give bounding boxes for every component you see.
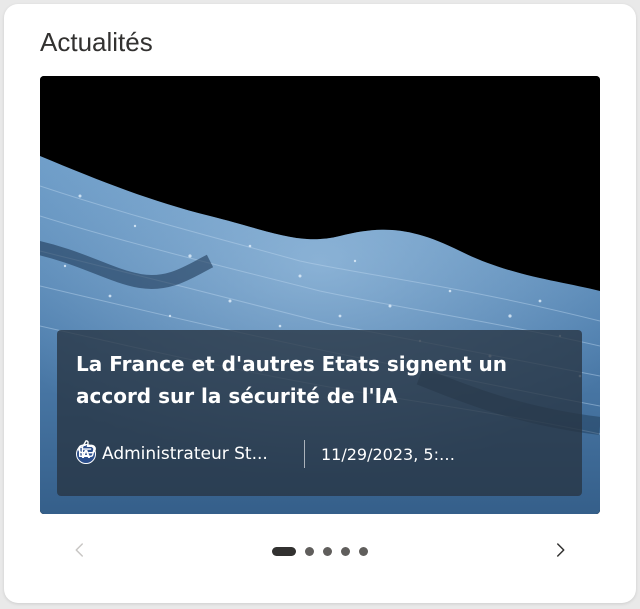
- next-slide-button[interactable]: [546, 536, 574, 564]
- carousel-dot-4[interactable]: [341, 546, 350, 556]
- author-name[interactable]: Administrateur St...: [102, 444, 284, 464]
- carousel-dot-5[interactable]: [359, 546, 368, 556]
- news-carousel-slide[interactable]: La France et d'autres Etats signent un a…: [40, 76, 600, 514]
- carousel-pagination: [272, 546, 377, 556]
- news-headline[interactable]: La France et d'autres Etats signent un a…: [76, 348, 546, 412]
- published-date: 11/29/2023, 5:2...: [321, 444, 461, 464]
- previous-slide-button[interactable]: [66, 536, 94, 564]
- news-info-overlay: La France et d'autres Etats signent un a…: [57, 330, 582, 496]
- copy-link-button[interactable]: [78, 438, 555, 470]
- carousel-dot-1[interactable]: [272, 546, 296, 556]
- carousel-dot-3[interactable]: [323, 546, 332, 556]
- carousel-dot-2[interactable]: [305, 546, 314, 556]
- chevron-left-icon: [75, 543, 83, 557]
- chevron-right-icon: [557, 543, 565, 557]
- news-meta-row: A Administrateur St... 11/29/2023, 5:2..…: [76, 438, 566, 470]
- link-icon: [78, 444, 96, 454]
- meta-divider: [304, 440, 305, 468]
- like-button[interactable]: [78, 438, 507, 470]
- news-web-part: Actualités La France et d'autres Etats s…: [4, 4, 636, 603]
- web-part-title: Actualités: [40, 27, 153, 57]
